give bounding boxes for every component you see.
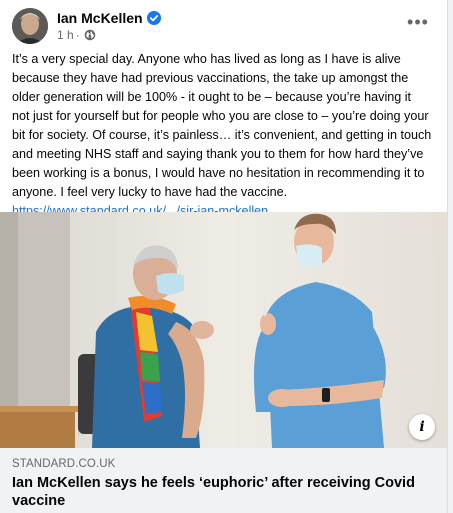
post-meta: 1 h · (57, 28, 96, 42)
post-message: It’s a very special day. Anyone who has … (12, 52, 432, 199)
post-image[interactable]: i (0, 212, 447, 448)
author-row: Ian McKellen (57, 9, 161, 27)
post-body: It’s a very special day. Anyone who has … (12, 50, 432, 221)
feed-post: Ian McKellen 1 h · ••• It’s a very speci… (0, 0, 448, 513)
globe-icon (84, 29, 95, 41)
avatar-image (12, 8, 48, 44)
author-name[interactable]: Ian McKellen (57, 10, 143, 26)
link-domain: STANDARD.CO.UK (12, 458, 116, 470)
link-preview[interactable]: STANDARD.CO.UK Ian McKellen says he feel… (0, 448, 447, 513)
more-options-icon[interactable]: ••• (405, 12, 431, 38)
link-headline[interactable]: Ian McKellen says he feels ‘euphoric’ af… (12, 474, 432, 510)
meta-separator: · (75, 28, 80, 42)
verified-badge-icon (146, 11, 161, 25)
vaccination-photo (0, 212, 447, 448)
post-header: Ian McKellen 1 h · ••• (12, 8, 437, 44)
post-timestamp[interactable]: 1 h (57, 28, 74, 42)
info-icon[interactable]: i (409, 414, 435, 440)
avatar[interactable] (12, 8, 48, 44)
